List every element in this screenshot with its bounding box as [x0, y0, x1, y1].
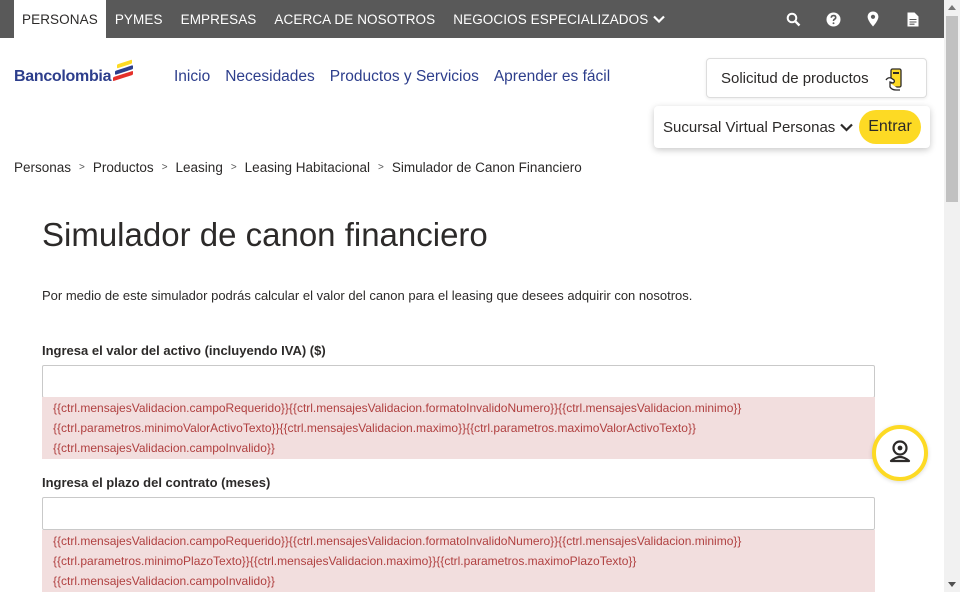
nav-inicio[interactable]: Inicio	[174, 68, 210, 86]
page-title: Simulador de canon financiero	[42, 216, 488, 253]
entrar-button[interactable]: Entrar	[859, 110, 921, 144]
plazo-contrato-label: Ingresa el plazo del contrato (meses)	[42, 475, 271, 490]
nav-aprender-es-facil[interactable]: Aprender es fácil	[494, 68, 610, 86]
sucursal-label: Sucursal Virtual Personas	[663, 118, 836, 136]
solicitud-label: Solicitud de productos	[721, 69, 869, 87]
sucursal-virtual-selector[interactable]: Sucursal Virtual Personas Entrar	[654, 106, 930, 148]
tab-empresas[interactable]: EMPRESAS	[172, 0, 266, 38]
error-line: {{ctrl.mensajesValidacion.campoRequerido…	[53, 534, 742, 548]
main-header: Bancolombia Inicio Necesidades Productos…	[0, 38, 944, 150]
breadcrumb-item-productos[interactable]: Productos	[93, 160, 154, 175]
top-utility-bar: PERSONAS PYMES EMPRESAS ACERCA DE NOSOTR…	[0, 0, 944, 38]
chat-assistant-button[interactable]	[872, 425, 928, 481]
search-icon[interactable]	[784, 10, 802, 28]
location-pin-icon[interactable]	[864, 10, 882, 28]
chat-assistant-icon	[887, 438, 913, 469]
scroll-up-arrow-icon[interactable]	[948, 5, 956, 10]
hand-phone-icon	[884, 67, 906, 95]
breadcrumb-separator: >	[230, 162, 237, 173]
plazo-contrato-error-box: {{ctrl.mensajesValidacion.campoRequerido…	[42, 530, 875, 592]
main-nav: Inicio Necesidades Productos y Servicios…	[174, 68, 610, 86]
document-icon[interactable]	[904, 10, 922, 28]
tab-negocios-especializados[interactable]: NEGOCIOS ESPECIALIZADOS	[444, 0, 674, 38]
error-line: {{ctrl.parametros.minimoValorActivoTexto…	[53, 421, 696, 435]
page-description: Por medio de este simulador podrás calcu…	[42, 288, 693, 303]
error-line: {{ctrl.parametros.minimoPlazoTexto}}{{ct…	[53, 554, 637, 568]
valor-activo-input[interactable]	[42, 365, 875, 398]
breadcrumb: Personas > Productos > Leasing > Leasing…	[14, 160, 582, 175]
tab-personas[interactable]: PERSONAS	[14, 0, 106, 38]
valor-activo-label: Ingresa el valor del activo (incluyendo …	[42, 343, 326, 358]
plazo-contrato-input[interactable]	[42, 497, 875, 530]
nav-necesidades[interactable]: Necesidades	[225, 68, 315, 86]
bancolombia-logo[interactable]: Bancolombia	[14, 59, 134, 86]
chevron-down-icon[interactable]	[840, 123, 854, 132]
breadcrumb-item-current: Simulador de Canon Financiero	[391, 160, 582, 175]
chevron-down-icon	[653, 15, 666, 23]
logo-text: Bancolombia	[14, 68, 112, 85]
tab-negocios-label: NEGOCIOS ESPECIALIZADOS	[453, 11, 649, 27]
tab-pymes[interactable]: PYMES	[106, 0, 172, 38]
breadcrumb-item-personas[interactable]: Personas	[14, 160, 71, 175]
error-line: {{ctrl.mensajesValidacion.campoRequerido…	[53, 401, 742, 415]
breadcrumb-separator: >	[79, 162, 85, 173]
help-icon[interactable]	[824, 10, 842, 28]
solicitud-de-productos-button[interactable]: Solicitud de productos	[706, 58, 927, 98]
page-scrollbar[interactable]	[944, 0, 960, 592]
scrollbar-thumb[interactable]	[946, 16, 958, 202]
scroll-down-arrow-icon[interactable]	[948, 582, 956, 587]
error-line: {{ctrl.mensajesValidacion.campoInvalido}…	[53, 574, 275, 588]
logo-mark-icon	[112, 59, 134, 82]
tab-acerca-de-nosotros[interactable]: ACERCA DE NOSOTROS	[265, 0, 444, 38]
breadcrumb-separator: >	[378, 162, 384, 173]
breadcrumb-item-leasing-habitacional[interactable]: Leasing Habitacional	[245, 160, 370, 175]
valor-activo-error-box: {{ctrl.mensajesValidacion.campoRequerido…	[42, 397, 875, 459]
breadcrumb-separator: >	[161, 162, 168, 173]
breadcrumb-item-leasing[interactable]: Leasing	[176, 160, 223, 175]
error-line: {{ctrl.mensajesValidacion.campoInvalido}…	[53, 441, 275, 455]
nav-productos-y-servicios[interactable]: Productos y Servicios	[330, 68, 479, 86]
